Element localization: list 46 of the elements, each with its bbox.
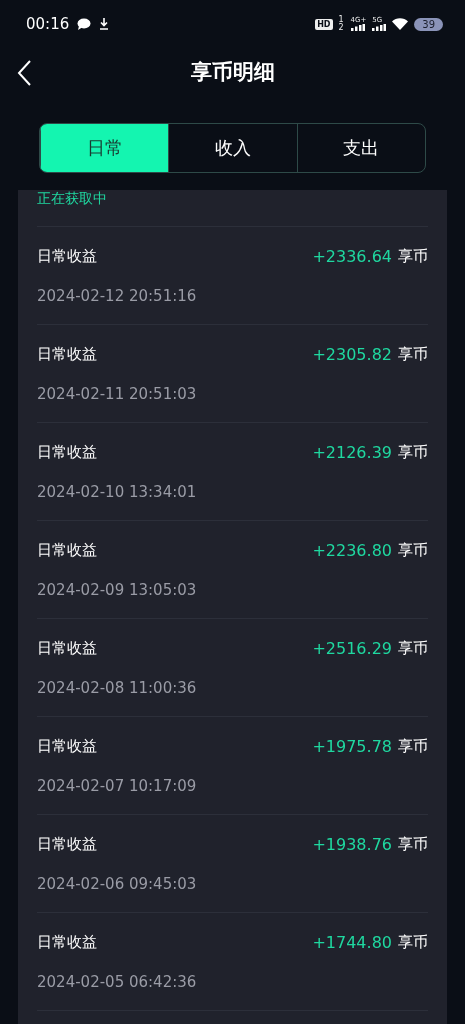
currency-unit: 享币: [398, 344, 428, 364]
loading-text: 正在获取中: [37, 190, 428, 227]
clock-time: 00:16: [26, 15, 70, 33]
record-amount: +2516.29: [312, 638, 392, 658]
record-time: 2024-02-05 06:42:36: [37, 972, 198, 991]
wifi-icon: [392, 18, 409, 30]
record-amount: +1744.80: [312, 932, 392, 952]
currency-unit: 享币: [398, 736, 428, 756]
record-title: 日常收益: [37, 246, 97, 266]
battery-indicator: 39: [414, 17, 443, 31]
currency-unit: 享币: [398, 932, 428, 952]
record-time: 2024-02-07 10:17:09: [37, 776, 198, 795]
record-title: 日常收益: [37, 638, 97, 658]
record-title: 日常收益: [37, 540, 97, 560]
record-time: 2024-02-06 09:45:03: [37, 874, 198, 893]
filter-tab[interactable]: 收入: [168, 124, 297, 172]
hd-badge: HD: [315, 18, 333, 30]
record-amount: +2305.82: [312, 344, 392, 364]
filter-tab[interactable]: 日常: [40, 124, 169, 172]
signal-icon: [350, 24, 365, 31]
record-time: 2024-02-09 13:05:03: [37, 580, 198, 599]
page-title: 享币明细: [190, 59, 275, 86]
currency-unit: 享币: [398, 246, 428, 266]
sim-label: 1 2: [338, 16, 345, 32]
record-amount: +1938.76: [312, 834, 392, 854]
record-title: 日常收益: [37, 442, 97, 462]
record-title: 日常收益: [37, 932, 97, 952]
record-amount: +2336.64: [312, 246, 392, 266]
filter-tab[interactable]: 支出: [296, 124, 425, 172]
record-time: 2024-02-12 20:51:16: [37, 286, 198, 305]
record-title: 日常收益: [37, 834, 97, 854]
record-amount: +1975.78: [312, 736, 392, 756]
record-title: 日常收益: [37, 344, 97, 364]
chat-bubble-icon: [77, 18, 92, 30]
record-title: 日常收益: [37, 736, 97, 756]
record-time: 2024-02-10 13:34:01: [37, 482, 198, 501]
currency-unit: 享币: [398, 834, 428, 854]
record-amount: +2126.39: [312, 442, 392, 462]
download-icon: [99, 18, 110, 30]
currency-unit: 享币: [398, 442, 428, 462]
record-amount: +2236.80: [312, 540, 392, 560]
signal-icon: [372, 24, 387, 31]
record-time: 2024-02-08 11:00:36: [37, 678, 198, 697]
currency-unit: 享币: [398, 540, 428, 560]
currency-unit: 享币: [398, 638, 428, 658]
record-time: 2024-02-11 20:51:03: [37, 384, 198, 403]
